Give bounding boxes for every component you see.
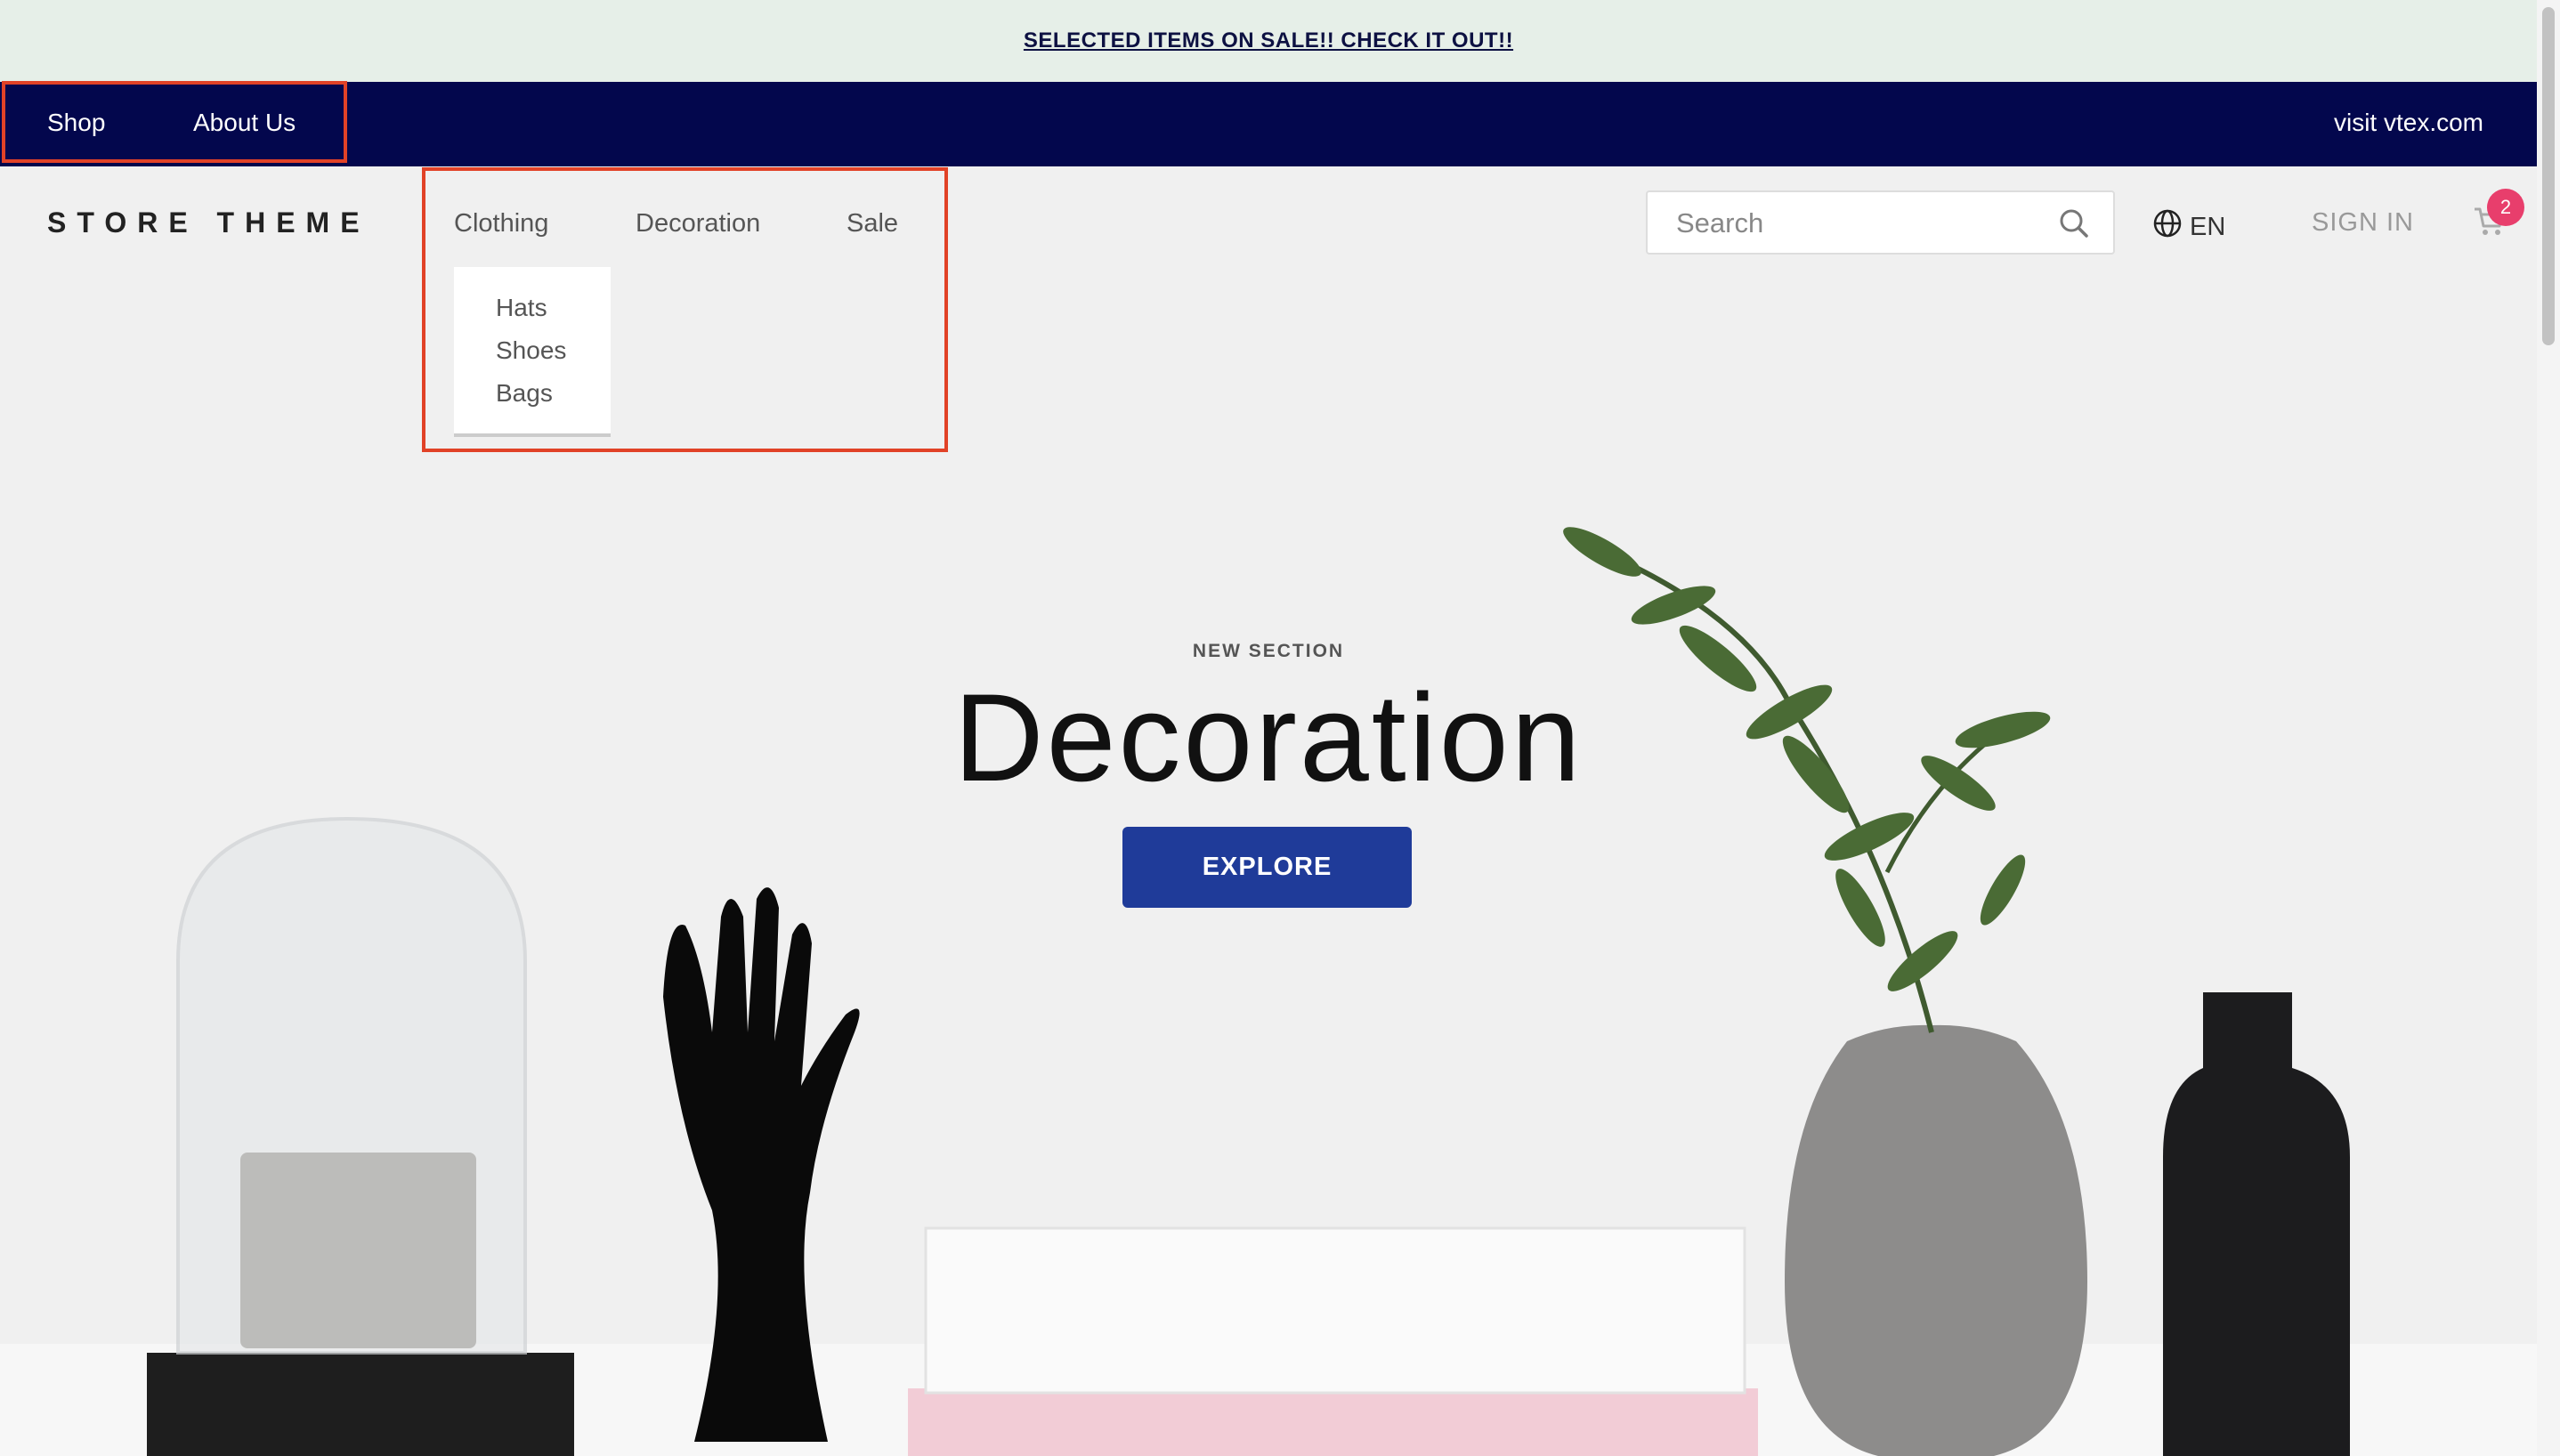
- promo-bar: SELECTED ITEMS ON SALE!! CHECK IT OUT!!: [0, 0, 2537, 82]
- cart-count-badge: 2: [2487, 189, 2524, 226]
- sign-in-link[interactable]: SIGN IN: [2312, 208, 2414, 238]
- top-nav: Shop About Us visit vtex.com: [0, 82, 2537, 166]
- search-icon[interactable]: [2058, 207, 2090, 244]
- scrollbar-thumb[interactable]: [2542, 7, 2555, 345]
- search-input[interactable]: [1674, 205, 2034, 242]
- page-scrollbar[interactable]: [2537, 0, 2560, 1456]
- promo-link[interactable]: SELECTED ITEMS ON SALE!! CHECK IT OUT!!: [1024, 28, 1513, 53]
- visit-vtex-link[interactable]: visit vtex.com: [2334, 109, 2483, 137]
- annotation-highlight-top-nav: [2, 81, 347, 163]
- hero-eyebrow: NEW SECTION: [1192, 641, 1345, 661]
- search-box: [1646, 190, 2115, 255]
- store-logo[interactable]: STORE THEME: [47, 206, 370, 239]
- language-label: EN: [2190, 212, 2226, 241]
- globe-icon: [2152, 208, 2183, 246]
- annotation-highlight-menu: [422, 167, 948, 452]
- hero-title: Decoration: [953, 667, 1584, 807]
- language-selector[interactable]: EN: [2152, 208, 2225, 246]
- explore-button[interactable]: EXPLORE: [1122, 827, 1412, 908]
